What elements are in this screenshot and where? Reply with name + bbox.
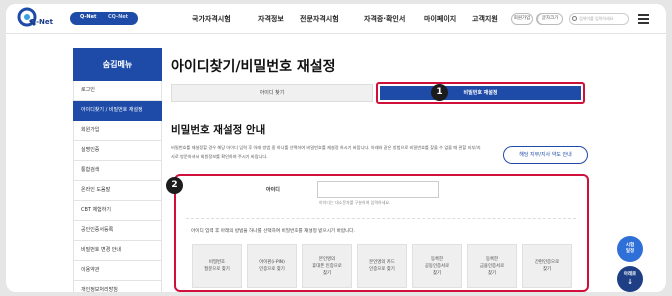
nav-item-qualification-info[interactable]: 자격정보 xyxy=(258,14,284,24)
site-header: Q-Net Q-Net CQ-Net 국가자격시험 자격정보 전문자격시험 자격… xyxy=(6,4,666,34)
sidebar-item-privacy[interactable]: 개인정보처리방침 xyxy=(73,281,162,292)
annotation-badge-1: 1 xyxy=(431,84,448,101)
site-switch-cqnet[interactable]: CQ-Net xyxy=(108,14,128,20)
sidebar-title: 숨김메뉴 xyxy=(73,48,162,81)
method-label: 간편인증으로 찾기 xyxy=(534,260,560,272)
page-title: 아이디찾기/비밀번호 재설정 xyxy=(171,59,336,75)
method-financial-cert-button[interactable]: 등록한 금융인증서로 찾기 xyxy=(467,244,517,288)
tab-reset-password-label: 비밀번호 재설정 xyxy=(380,86,581,100)
sidebar-item-cbt[interactable]: CBT 체험하기 xyxy=(73,201,162,221)
sidebar: 숨김메뉴 로그인 아이디찾기 / 비밀번호 재설정 회원가입 실명인증 통합검색… xyxy=(73,48,162,292)
sidebar-item-login[interactable]: 로그인 xyxy=(73,81,162,101)
id-field-label: 아이디 xyxy=(266,187,280,193)
method-simple-auth-button[interactable]: 간편인증으로 찾기 xyxy=(522,244,572,288)
section-description: 비밀번호를 재설정할 경우 해당 아이디 입력 후 아래 방법 중 하나를 선택… xyxy=(171,145,481,159)
arrow-down-icon: ↓ xyxy=(627,278,633,286)
sidebar-item-terms[interactable]: 이용약관 xyxy=(73,261,162,281)
method-label: 비밀번호 질문으로 찾기 xyxy=(204,260,230,272)
method-label: 본인명의 휴대폰 인증으로 찾기 xyxy=(312,256,342,276)
nav-item-mypage[interactable]: 마이페이지 xyxy=(424,14,456,24)
scroll-down-fab[interactable]: 아래로 ↓ xyxy=(617,266,643,292)
exam-schedule-fab-label: 시험 일정 xyxy=(625,243,635,254)
exam-schedule-fab[interactable]: 시험 일정 xyxy=(617,236,643,262)
id-input[interactable] xyxy=(317,181,439,198)
form-divider xyxy=(186,218,576,219)
method-ipin-button[interactable]: 아이핀(i-PIN) 인증으로 찾기 xyxy=(247,244,297,288)
sidebar-item-signup[interactable]: 회원가입 xyxy=(73,121,162,141)
method-label: 본인명의 카드 인증으로 찾기 xyxy=(369,260,395,272)
hamburger-icon[interactable] xyxy=(638,14,649,24)
sidebar-item-pw-change[interactable]: 비밀번호 변경 안내 xyxy=(73,241,162,261)
browser-frame: Q-Net Q-Net CQ-Net 국가자격시험 자격정보 전문자격시험 자격… xyxy=(6,4,666,292)
method-phone-button[interactable]: 본인명의 휴대폰 인증으로 찾기 xyxy=(302,244,352,288)
section-title: 비밀번호 재설정 안내 xyxy=(171,124,266,136)
search-placeholder: 검색어를 입력하세요 xyxy=(579,16,614,21)
branch-map-guide-button[interactable]: 해당 지부/지사 약도 안내 xyxy=(503,146,588,164)
sidebar-item-search[interactable]: 통합검색 xyxy=(73,161,162,181)
tab-reset-password[interactable]: 비밀번호 재설정 xyxy=(376,82,585,104)
method-public-cert-button[interactable]: 등록한 공동인증서로 찾기 xyxy=(412,244,462,288)
logo-text: Q-Net xyxy=(30,18,53,26)
signup-button[interactable]: 회원가입 xyxy=(511,13,533,25)
annotation-badge-2: 2 xyxy=(166,177,183,194)
sidebar-item-realname-auth[interactable]: 실명인증 xyxy=(73,141,162,161)
method-label: 아이핀(i-PIN) 인증으로 찾기 xyxy=(259,260,285,272)
site-switch-qnet[interactable]: Q-Net xyxy=(80,14,96,20)
sidebar-item-online-help[interactable]: 온라인 도움말 xyxy=(73,181,162,201)
nav-item-professional-exam[interactable]: 전문자격시험 xyxy=(300,14,339,24)
font-size-control[interactable]: 글자크기 xyxy=(537,13,566,25)
header-search-input[interactable]: 검색어를 입력하세요 xyxy=(569,13,629,25)
sidebar-item-find-id-reset-pw[interactable]: 아이디찾기 / 비밀번호 재설정 xyxy=(73,101,162,121)
method-label: 등록한 공동인증서로 찾기 xyxy=(424,256,450,276)
nav-item-national-exam[interactable]: 국가자격시험 xyxy=(192,14,231,24)
method-question-button[interactable]: 비밀번호 질문으로 찾기 xyxy=(192,244,242,288)
method-card-button[interactable]: 본인명의 카드 인증으로 찾기 xyxy=(357,244,407,288)
methods-description: 아이디 입력 후 아래의 방법을 하나를 선택하여 비밀번호를 재설정 받으시기… xyxy=(191,229,355,234)
nav-item-certificates[interactable]: 자격증·확인서 xyxy=(364,14,405,24)
method-label: 등록한 금융인증서로 찾기 xyxy=(479,256,505,276)
id-field-help: 아이디는 대소문자를 구분하여 입력하세요. xyxy=(319,200,391,205)
site-switch-pill[interactable]: Q-Net CQ-Net xyxy=(70,12,138,25)
sidebar-item-cert-register[interactable]: 공인인증서등록 xyxy=(73,221,162,241)
tab-find-id[interactable]: 아이디 찾기 xyxy=(171,84,373,102)
nav-item-support[interactable]: 고객지원 xyxy=(472,14,498,24)
font-size-label: 글자크기 xyxy=(537,13,563,25)
search-icon xyxy=(572,16,577,21)
